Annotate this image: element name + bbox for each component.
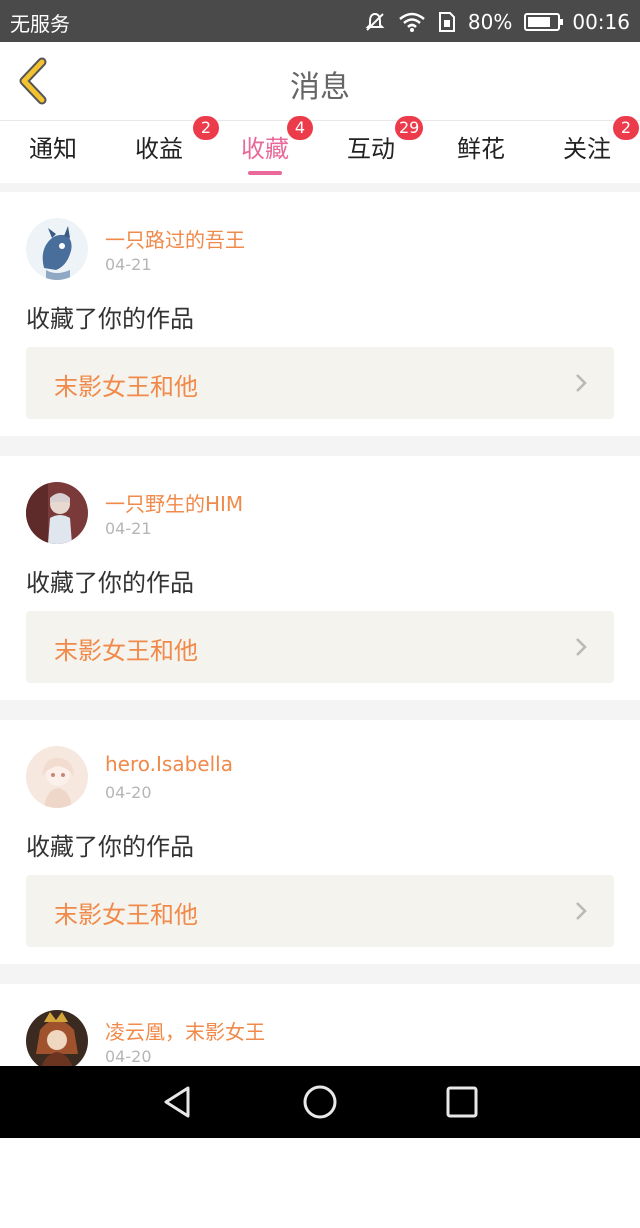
wifi-icon: [399, 12, 425, 32]
tab-flowers[interactable]: 鲜花: [428, 121, 534, 183]
mute-icon: [365, 12, 385, 31]
tab-notifications[interactable]: 通知: [0, 121, 106, 183]
tab-label: 通知: [29, 135, 77, 163]
battery-percent: 80%: [467, 10, 513, 34]
message-date: 04-21: [105, 255, 152, 274]
user-name[interactable]: 一只路过的吾王: [105, 224, 245, 253]
message-date: 04-21: [105, 519, 152, 538]
message-date: 04-20: [105, 1047, 152, 1066]
work-link[interactable]: 末影女王和他: [26, 347, 614, 419]
system-nav-bar: [0, 1066, 640, 1138]
user-name[interactable]: 凌云凰，末影女王: [105, 1016, 265, 1045]
avatar[interactable]: [26, 218, 88, 280]
list-item: hero.Isabella 04-20 收藏了你的作品 末影女王和他: [0, 720, 640, 964]
carrier-label: 无服务: [10, 12, 70, 36]
chevron-right-icon: [576, 638, 587, 656]
chevron-right-icon: [576, 374, 587, 392]
work-title: 末影女王和他: [54, 637, 198, 665]
tab-interactions[interactable]: 互动 29: [318, 116, 424, 183]
back-nav-icon[interactable]: [160, 1084, 196, 1120]
avatar[interactable]: [26, 746, 88, 808]
status-icons: 80% 00:16: [352, 8, 630, 36]
message-date: 04-20: [105, 783, 152, 802]
message-text: 收藏了你的作品: [26, 569, 194, 597]
sim-icon: [438, 12, 455, 32]
tab-label: 收藏: [241, 135, 289, 163]
tab-label: 关注: [563, 135, 611, 163]
user-name[interactable]: 一只野生的HIM: [105, 488, 243, 517]
message-text: 收藏了你的作品: [26, 305, 194, 333]
tab-label: 收益: [135, 135, 183, 163]
tab-label: 互动: [347, 135, 395, 163]
work-link[interactable]: 末影女王和他: [26, 611, 614, 683]
battery-icon: [524, 13, 564, 31]
tab-favorites[interactable]: 收藏 4: [212, 116, 318, 183]
chevron-right-icon: [576, 902, 587, 920]
recents-nav-icon[interactable]: [444, 1084, 480, 1120]
work-link[interactable]: 末影女王和他: [26, 875, 614, 947]
header: 消息: [0, 42, 640, 121]
list-item: 一只野生的HIM 04-21 收藏了你的作品 末影女王和他: [0, 456, 640, 700]
active-tab-indicator: [248, 171, 282, 175]
tab-bar: 通知 收益 2 收藏 4 互动 29 鲜花 关注 2: [0, 116, 640, 183]
tab-earnings[interactable]: 收益 2: [106, 116, 219, 183]
tab-label: 鲜花: [457, 135, 505, 163]
unread-badge: 2: [613, 116, 639, 140]
avatar[interactable]: [26, 482, 88, 544]
clock: 00:16: [572, 10, 630, 34]
list-item: 一只路过的吾王 04-21 收藏了你的作品 末影女王和他: [0, 192, 640, 436]
unread-badge: 4: [287, 116, 313, 140]
page-title: 消息: [290, 70, 350, 105]
user-name[interactable]: hero.Isabella: [105, 752, 233, 776]
unread-badge: 29: [395, 116, 424, 140]
status-bar: 无服务 80% 00:16: [0, 0, 640, 42]
home-nav-icon[interactable]: [302, 1084, 338, 1120]
work-title: 末影女王和他: [54, 901, 198, 929]
message-text: 收藏了你的作品: [26, 833, 194, 861]
avatar[interactable]: [26, 1010, 88, 1072]
work-title: 末影女王和他: [54, 373, 198, 401]
tab-follows[interactable]: 关注 2: [534, 116, 640, 183]
